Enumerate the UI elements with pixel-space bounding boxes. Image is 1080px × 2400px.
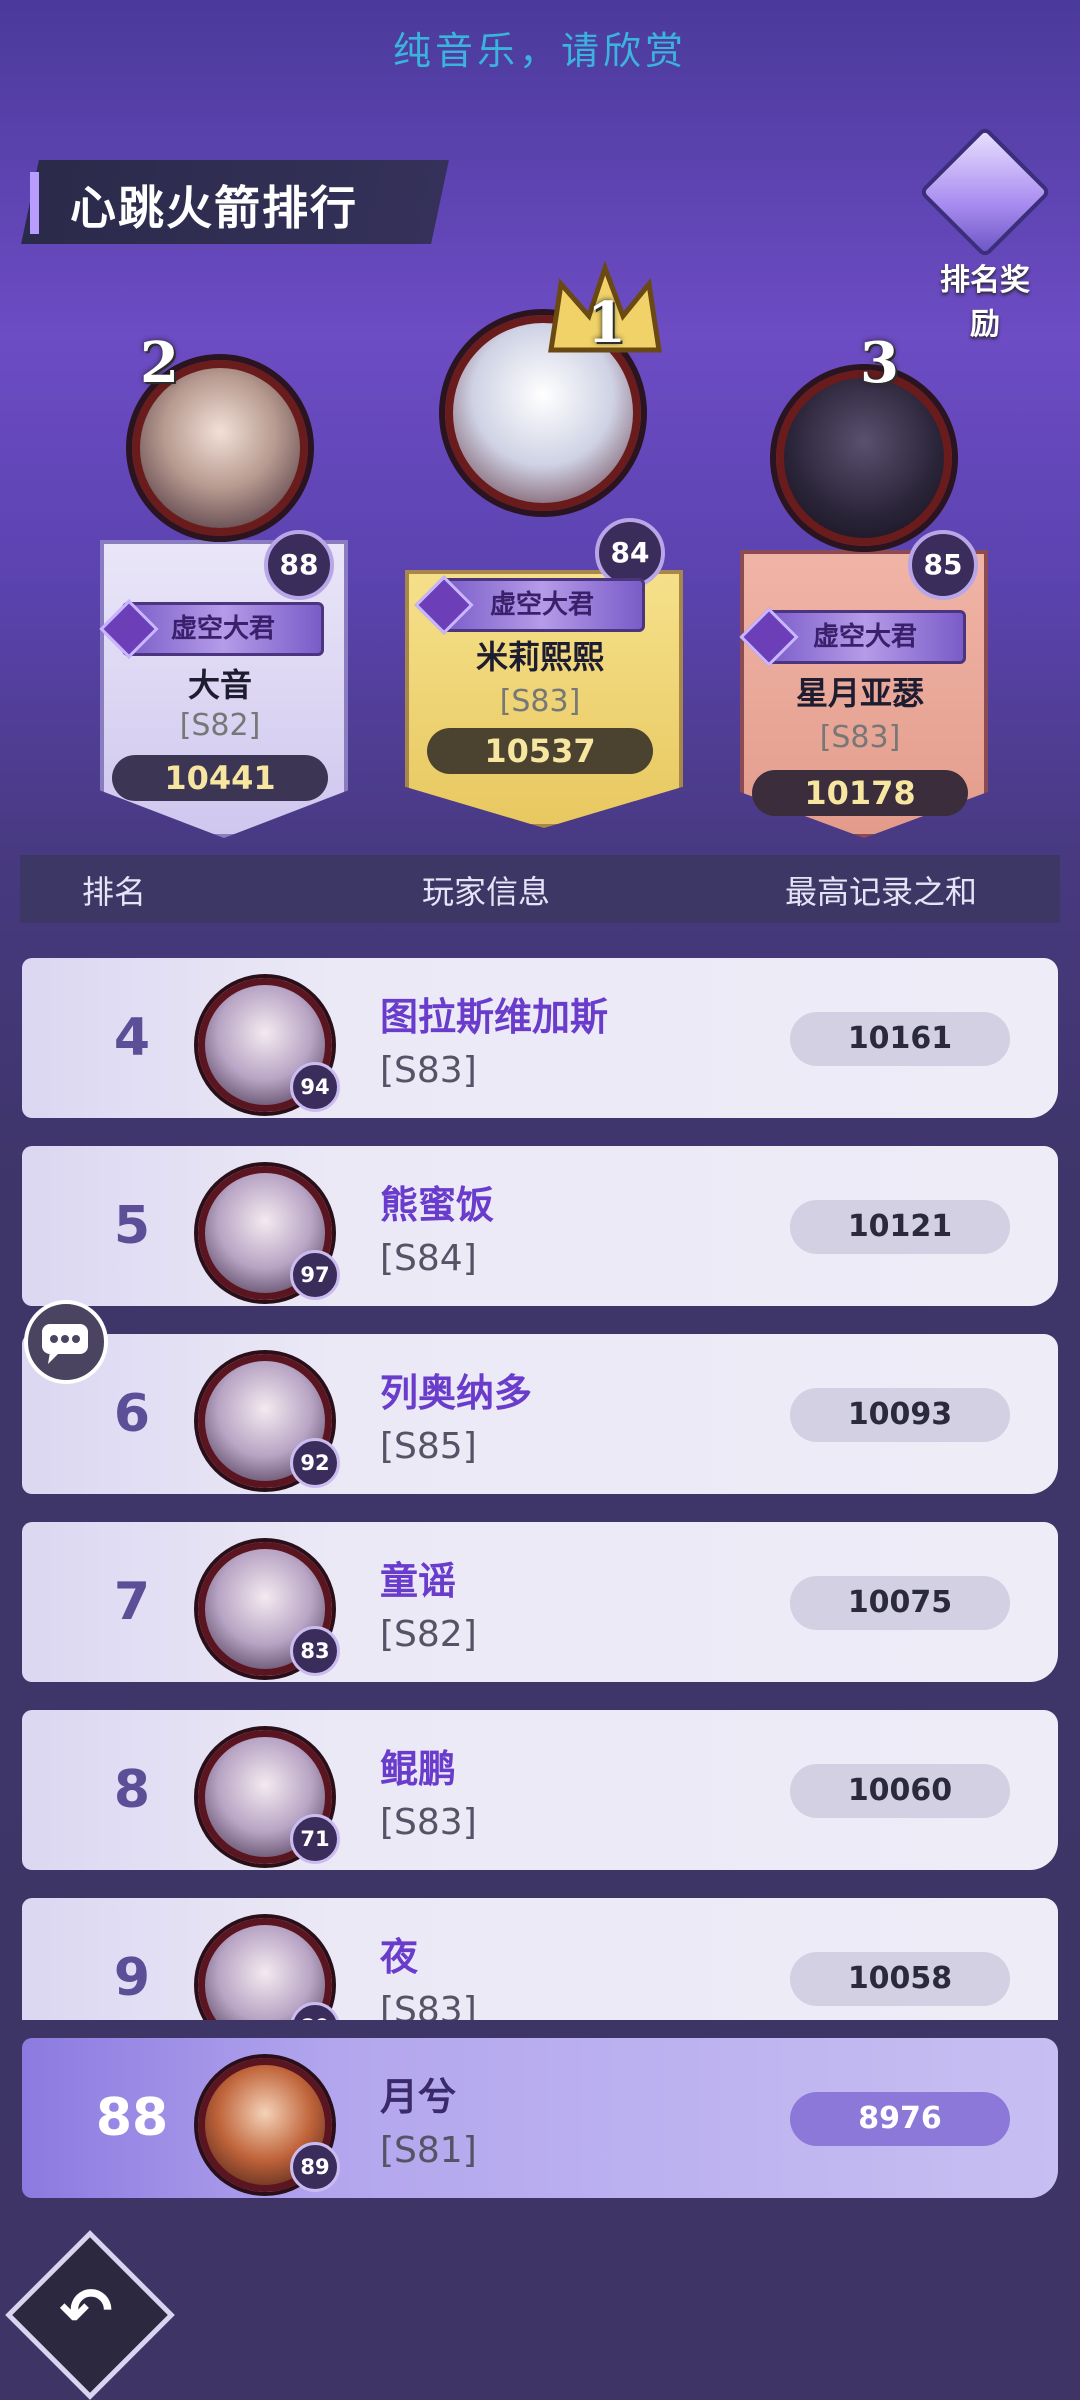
player-server: [S83] [380,1050,477,1091]
player-server: [S83] [819,720,901,755]
player-server: [S83] [499,684,581,719]
player-score: 8976 [790,2092,1010,2146]
player-name: 大音 [187,666,252,704]
table-row[interactable]: 6 92 列奥纳多 [S85] 10093 [22,1334,1058,1494]
table-header: 排名 玩家信息 最高记录之和 [20,855,1060,923]
page-title: 心跳火箭排行 [70,181,358,235]
podium-rank: 1 [587,290,626,356]
player-server: [S83] [380,1802,477,1843]
player-score: 10093 [790,1388,1010,1442]
player-name: 米莉熙熙 [475,638,604,676]
avatar [776,370,952,546]
chat-bubble-icon [42,1324,88,1364]
back-arrow-icon[interactable]: ↶ [38,2272,134,2352]
row-rank: 9 [113,1948,151,2008]
table-row[interactable]: 4 94 图拉斯维加斯 [S83] 10161 [22,958,1058,1118]
podium-third[interactable]: 3 85 虚空大君 星月亚瑟 [S83] 10178 [739,330,988,838]
row-rank: 4 [113,1008,151,1068]
player-server: [S83] [380,1990,477,2020]
top-banner-text: 纯音乐，请欣赏 [392,29,687,73]
title-accent [30,172,39,234]
self-rank-row[interactable]: 88 89 月兮 [S81] 8976 [22,2038,1058,2198]
player-name: 夜 [380,1935,419,1979]
player-score: 10060 [790,1764,1010,1818]
level-badge: 89 [290,2142,340,2192]
reward-chest-icon [918,125,1052,259]
podium-rank: 2 [140,330,179,396]
player-score: 10121 [790,1200,1010,1254]
rank-reward-button[interactable]: 排名奖励 [918,125,1052,342]
level-badge: 88 [264,530,334,600]
level-badge: 85 [908,530,978,600]
column-header-rank: 排名 [82,873,147,911]
player-score: 10058 [790,1952,1010,2006]
player-name: 图拉斯维加斯 [380,995,609,1039]
player-server: [S82] [380,1614,477,1655]
table-row[interactable]: 5 97 熊蜜饭 [S84] 10121 [22,1146,1058,1306]
level-badge: 92 [290,1438,340,1488]
ranking-list[interactable]: 4 94 图拉斯维加斯 [S83] 10161 5 97 熊蜜饭 [S84] 1… [0,940,1080,2020]
player-score: 10537 [427,728,653,774]
level-badge: 94 [290,1062,340,1112]
player-server: [S81] [380,2130,477,2171]
podium-rank: 3 [860,330,899,396]
row-rank: 7 [113,1572,151,1632]
player-name: 熊蜜饭 [380,1183,495,1227]
level-badge: 83 [290,1626,340,1676]
table-row[interactable]: 7 83 童谣 [S82] 10075 [22,1522,1058,1682]
player-name: 月兮 [380,2075,457,2119]
player-name: 列奥纳多 [380,1371,533,1415]
column-header-score: 最高记录之和 [785,873,978,911]
player-score: 10075 [790,1576,1010,1630]
player-server: [S84] [380,1238,477,1279]
table-row[interactable]: 9 89 夜 [S83] 10058 [22,1898,1058,2020]
player-server: [S85] [380,1426,477,1467]
player-score: 10441 [112,755,328,801]
podium-second[interactable]: 2 88 虚空大君 大音 [S82] 10441 [99,330,348,838]
player-name: 星月亚瑟 [795,674,924,712]
level-badge: 97 [290,1250,340,1300]
player-score: 10161 [790,1012,1010,1066]
player-score: 10178 [752,770,968,816]
table-row[interactable]: 8 71 鲲鹏 [S83] 10060 [22,1710,1058,1870]
chat-button[interactable] [24,1300,108,1384]
row-rank: 88 [95,2088,169,2148]
player-name: 鲲鹏 [380,1747,457,1791]
column-header-player: 玩家信息 [422,873,551,911]
player-name: 童谣 [380,1559,457,1603]
podium-first[interactable]: 1 84 虚空大君 米莉熙熙 [S83] 10537 [405,260,683,828]
row-rank: 5 [113,1196,151,1256]
level-badge: 71 [290,1814,340,1864]
player-server: [S82] [179,708,261,743]
row-rank: 8 [113,1760,151,1820]
